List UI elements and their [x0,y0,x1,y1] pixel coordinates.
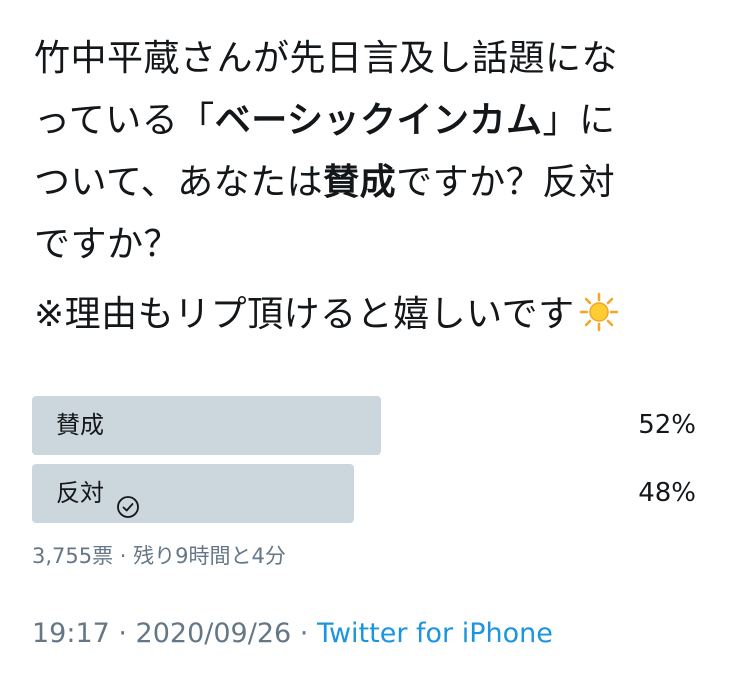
tweet-footer: 19:17 · 2020/09/26 · Twitter for iPhone [32,618,553,649]
tweet-note-line: ※理由もリプ頂けると嬉しいです [34,284,724,352]
poll-option-percent: 52% [638,410,696,440]
tweet-line-2-post: 」に [542,100,616,141]
poll-option-label: 賛成 [56,396,104,455]
tweet-line: っている「ベーシックインカム」に [34,90,724,152]
poll-option-label: 反対 [56,464,140,523]
tweet-text: 竹中平蔵さんが先日言及し話題にな っている「ベーシックインカム」に ついて、あな… [34,28,724,352]
tweet-bold-basic-income: ベーシックインカム [214,100,543,141]
tweet-line-3-post: ですか？反対 [396,162,616,203]
tweet-line-1: 竹中平蔵さんが先日言及し話題にな [34,38,619,79]
poll-meta: 3,755票 · 残り9時間と4分 [32,544,286,568]
tweet-line: ついて、あなたは賛成ですか？反対 [34,152,724,214]
poll-option-agree[interactable]: 賛成 52% [32,396,696,455]
tweet-line: 竹中平蔵さんが先日言及し話題にな [34,28,724,90]
poll-option-label-text: 賛成 [56,411,104,439]
tweet-line: ですか？ [34,214,724,276]
poll-option-label-text: 反対 [56,479,104,507]
check-circle-icon [116,482,140,518]
poll: 賛成 52% 反対 48% [32,396,696,532]
tweet-note: ※理由もリプ頂けると嬉しいです [34,294,575,335]
tweet-timestamp[interactable]: 19:17 · 2020/09/26 [32,618,291,649]
tweet-line-2-pre: っている「 [34,100,215,141]
poll-option-percent: 48% [638,478,696,508]
source-link[interactable]: Twitter for iPhone [317,618,553,649]
tweet-line-4: ですか？ [34,224,181,265]
poll-option-disagree[interactable]: 反対 48% [32,464,696,523]
footer-separator: · [291,618,317,649]
tweet-bold-agree: 賛成 [323,162,397,203]
sun-emoji-icon [579,290,619,352]
tweet-line-3-pre: ついて、あなたは [34,162,324,203]
